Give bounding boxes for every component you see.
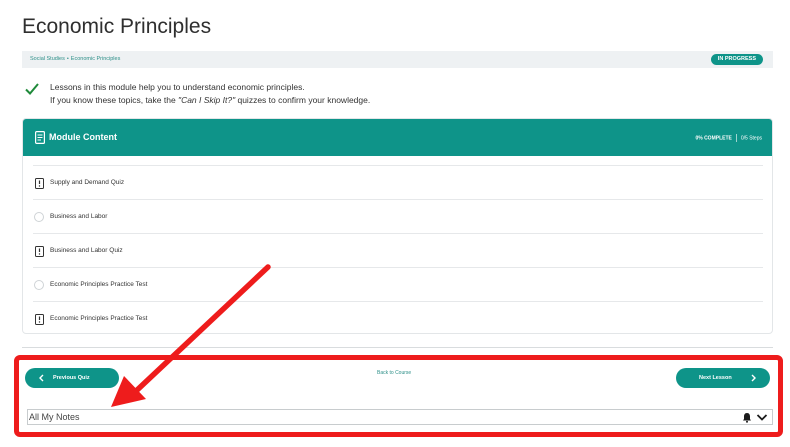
lesson-label[interactable]: Business and Labor Quiz (50, 247, 123, 254)
page-title: Economic Principles (22, 15, 212, 38)
progress-divider (735, 134, 737, 142)
previous-quiz-label: Previous Quiz (53, 375, 90, 381)
breadcrumb-item-social-studies[interactable]: Social Studies (30, 56, 65, 62)
lesson-label[interactable]: Economic Principles Practice Test (50, 315, 147, 322)
previous-quiz-button[interactable]: Previous Quiz (25, 368, 119, 388)
next-lesson-button[interactable]: Next Lesson (676, 368, 770, 388)
status-badge: IN PROGRESS (710, 54, 763, 65)
breadcrumb-bar: Social Studies • Economic Principles IN PR… (22, 51, 773, 68)
notes-label: All My Notes (29, 412, 80, 422)
quiz-icon (35, 178, 44, 189)
lesson-row[interactable]: Supply and Demand Quiz (33, 165, 763, 199)
intro-line-2: If you know these topics, take the "Can … (50, 94, 370, 107)
next-lesson-label: Next Lesson (699, 375, 732, 381)
progress-steps: 0/5 Steps (740, 135, 762, 142)
document-icon (35, 131, 45, 144)
footer-divider (22, 347, 773, 348)
quiz-icon (35, 246, 44, 257)
lesson-label[interactable]: Business and Labor (50, 213, 107, 220)
lesson-circle-icon (34, 212, 44, 222)
all-my-notes-dropdown[interactable]: All My Notes (27, 409, 773, 425)
intro-line-2-start: If you know these topics, take the (50, 95, 179, 105)
lesson-list: Supply and Demand Quiz Business and Labo… (33, 165, 763, 333)
intro-line-2-end: quizzes to confirm your knowledge. (235, 95, 371, 105)
chevron-right-icon (751, 374, 756, 382)
module-content-card: Module Content 0% COMPLETE 0/5 Steps Supp… (22, 118, 773, 334)
intro-line-2-emphasis: "Can I Skip It?" (178, 95, 236, 105)
lesson-row[interactable]: Business and Labor Quiz (33, 233, 763, 267)
module-header[interactable]: Module Content 0% COMPLETE 0/5 Steps (23, 119, 772, 156)
checkmark-icon (25, 83, 39, 95)
lesson-label[interactable]: Economic Principles Practice Test (50, 281, 147, 288)
chevron-down-icon[interactable] (756, 413, 768, 422)
progress-percent: 0% COMPLETE (695, 135, 732, 142)
intro-text: Lessons in this module help you to under… (50, 81, 370, 107)
back-to-course-link[interactable]: Back to Course (377, 370, 411, 376)
chevron-left-icon (39, 374, 44, 382)
lesson-label[interactable]: Supply and Demand Quiz (50, 179, 124, 186)
breadcrumb-separator: • (66, 56, 69, 62)
intro-line-1: Lessons in this module help you to under… (50, 82, 305, 92)
quiz-icon (35, 314, 44, 325)
module-title: Module Content (49, 132, 117, 142)
module-progress: 0% COMPLETE 0/5 Steps (695, 134, 762, 142)
lesson-circle-icon (34, 280, 44, 290)
lesson-row[interactable]: Economic Principles Practice Test (33, 301, 763, 333)
bell-icon[interactable] (742, 412, 752, 423)
breadcrumb: Social Studies • Economic Principles (30, 56, 120, 62)
lesson-row[interactable]: Business and Labor (33, 199, 763, 233)
lesson-row[interactable]: Economic Principles Practice Test (33, 267, 763, 301)
breadcrumb-item-economic-principles[interactable]: Economic Principles (71, 56, 121, 62)
